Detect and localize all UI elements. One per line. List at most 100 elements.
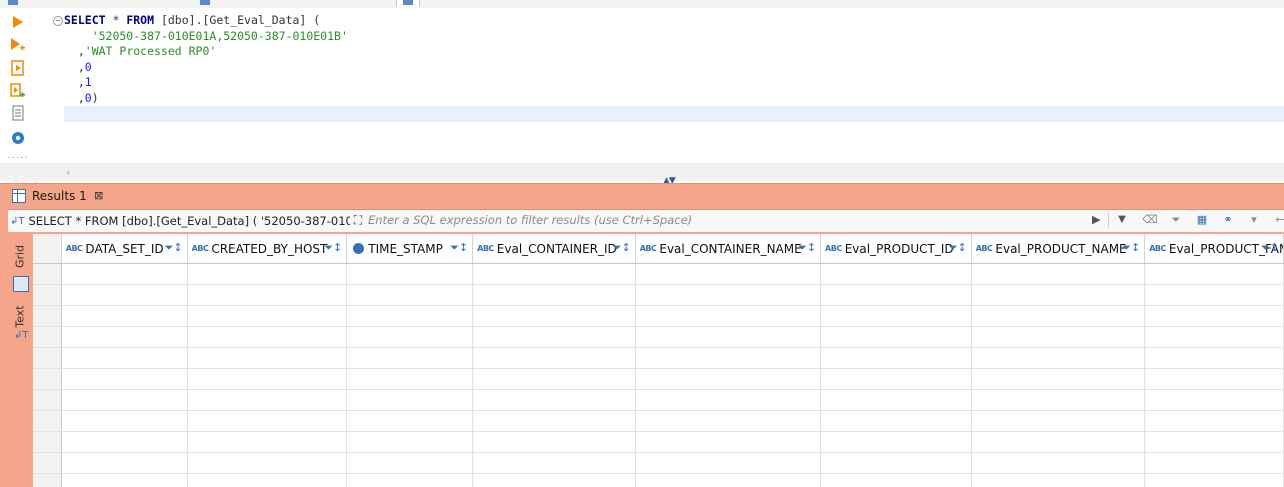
column-header[interactable]: ABCEval_PRODUCT_FAMILY⏷↕ [1145,234,1284,263]
table-row[interactable] [33,432,1284,453]
table-cell[interactable] [473,264,636,284]
code-line[interactable]: ,0) [64,91,1284,107]
query-text-box[interactable]: ↲T SELECT * FROM [dbo].[Get_Eval_Data] (… [10,212,350,230]
table-cell[interactable] [636,285,822,305]
table-cell[interactable] [188,390,348,410]
table-cell[interactable] [636,348,822,368]
table-cell[interactable] [972,453,1146,473]
filter-expression-input[interactable] [368,211,1090,229]
table-cell[interactable] [473,411,636,431]
table-cell[interactable] [1145,306,1284,326]
table-cell[interactable] [972,369,1146,389]
row-number-cell[interactable] [33,369,62,389]
table-row[interactable] [33,285,1284,306]
table-cell[interactable] [972,390,1146,410]
table-cell[interactable] [62,285,188,305]
close-icon[interactable]: ⊠ [93,190,105,202]
execute-script-icon[interactable] [10,60,26,76]
more-tools-icon[interactable]: ····· [8,153,28,164]
row-number-cell[interactable] [33,327,62,347]
table-cell[interactable] [347,474,474,487]
table-cell[interactable] [188,453,348,473]
table-cell[interactable] [636,411,822,431]
table-row[interactable] [33,348,1284,369]
filter-sort-icon[interactable]: ⏷↕ [165,241,183,255]
table-cell[interactable] [972,348,1146,368]
filter-settings-icon[interactable]: ⏷ [1168,213,1184,227]
table-cell[interactable] [636,369,822,389]
column-header[interactable]: TIME_STAMP ⏷↕ [347,234,474,263]
code-line[interactable]: ,1 [64,75,1284,91]
row-number-cell[interactable] [33,348,62,368]
table-cell[interactable] [347,369,474,389]
table-cell[interactable] [347,432,474,452]
row-number-cell[interactable] [33,306,62,326]
table-cell[interactable] [188,432,348,452]
row-number-cell[interactable] [33,432,62,452]
table-cell[interactable] [347,453,474,473]
column-header[interactable]: ABC Eval_PRODUCT_NAME ⏷↕ [972,234,1146,263]
table-cell[interactable] [473,453,636,473]
fold-collapse-icon[interactable]: − [53,16,63,26]
table-cell[interactable] [473,306,636,326]
table-cell[interactable] [821,411,972,431]
table-cell[interactable] [1145,327,1284,347]
table-row[interactable] [33,390,1284,411]
table-cell[interactable] [62,264,188,284]
code-line[interactable]: ,'WAT Processed RP0' [64,44,1284,60]
table-cell[interactable] [188,369,348,389]
table-row[interactable] [33,306,1284,327]
code-line[interactable]: '52050-387-010E01A,52050-387-010E01B' [64,29,1284,45]
editor-tab-2[interactable] [200,0,210,7]
table-row[interactable] [33,474,1284,487]
row-number-cell[interactable] [33,453,62,473]
column-header[interactable]: ABC Eval_PRODUCT_ID ⏷↕ [821,234,972,263]
table-cell[interactable] [821,264,972,284]
table-cell[interactable] [1145,390,1284,410]
filter-history-dropdown-icon[interactable]: ▼ [1108,213,1135,227]
table-cell[interactable] [636,264,822,284]
filter-sort-icon[interactable]: ⏷↕ [450,241,468,255]
table-cell[interactable] [347,264,474,284]
dropdown-icon[interactable]: ▾ [1246,213,1262,227]
filter-sort-icon[interactable]: ⏷↕ [1261,241,1279,255]
execute-script-new-tab-icon[interactable] [10,83,26,99]
table-row[interactable] [33,327,1284,348]
link-icon[interactable]: ⚭ [1220,213,1236,227]
row-number-cell[interactable] [33,285,62,305]
table-cell[interactable] [636,390,822,410]
table-cell[interactable] [972,285,1146,305]
back-arrow-icon[interactable]: ← [1272,213,1284,227]
gear-icon[interactable] [10,130,26,146]
table-cell[interactable] [347,390,474,410]
sql-editor[interactable]: − SELECT * FROM [dbo].[Get_Eval_Data] ( … [36,8,1284,163]
execute-in-new-tab-icon[interactable] [10,37,26,53]
filter-sort-icon[interactable]: ⏷↕ [949,241,967,255]
code-line[interactable]: SELECT * FROM [dbo].[Get_Eval_Data] ( [64,13,1284,29]
code-line[interactable] [64,106,1284,122]
table-cell[interactable] [188,264,348,284]
sql-code[interactable]: SELECT * FROM [dbo].[Get_Eval_Data] ( '5… [64,13,1284,122]
scroll-left-arrow-icon[interactable]: ‹ [66,166,70,179]
filter-sort-icon[interactable]: ⏷↕ [324,241,342,255]
table-cell[interactable] [821,474,972,487]
column-header[interactable]: ABC CREATED_BY_HOST ⏷↕ [188,234,348,263]
table-cell[interactable] [188,285,348,305]
table-cell[interactable] [473,369,636,389]
table-cell[interactable] [1145,369,1284,389]
column-header[interactable]: ABC Eval_CONTAINER_NAME ⏷↕ [636,234,822,263]
table-cell[interactable] [636,474,822,487]
execute-statement-icon[interactable] [10,14,26,30]
table-cell[interactable] [636,327,822,347]
table-cell[interactable] [347,411,474,431]
table-cell[interactable] [473,432,636,452]
filter-sort-icon[interactable]: ⏷↕ [798,241,816,255]
table-cell[interactable] [972,306,1146,326]
save-filter-icon[interactable]: ▦ [1194,213,1210,227]
editor-horizontal-scrollbar[interactable] [0,163,1284,181]
table-cell[interactable] [1145,411,1284,431]
table-cell[interactable] [62,453,188,473]
table-cell[interactable] [62,411,188,431]
table-cell[interactable] [821,285,972,305]
table-cell[interactable] [972,432,1146,452]
